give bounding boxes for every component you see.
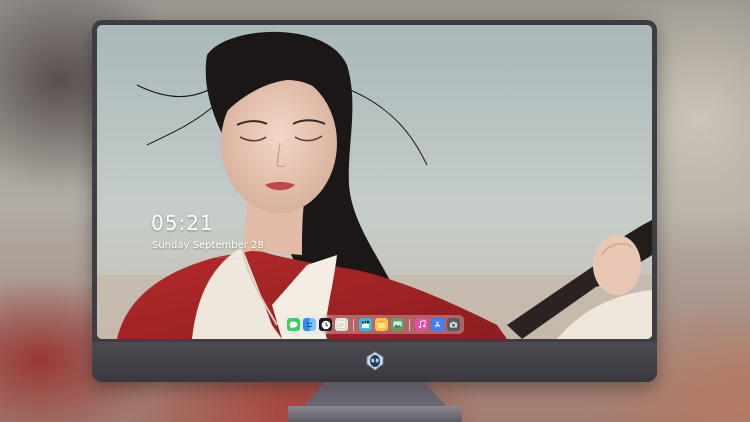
photos-icon[interactable]: [391, 318, 404, 331]
clock-icon[interactable]: [319, 318, 332, 331]
clapperboard-icon[interactable]: [359, 318, 372, 331]
monitor-stand-neck: [302, 382, 448, 408]
app-store-icon[interactable]: [431, 318, 444, 331]
wallpaper-image: [97, 25, 652, 339]
stickies-icon[interactable]: [375, 318, 388, 331]
lock-screen-quote: ······ ···· ·········· ·· ······ ·· ····…: [152, 255, 248, 260]
dock-separator: [409, 318, 410, 331]
lock-screen[interactable]: 05:21 Sunday September 28 ······ ···· ··…: [97, 25, 652, 339]
monitor-stand-base: [288, 406, 462, 422]
dock-separator: [353, 318, 354, 331]
lock-screen-date: Sunday September 28: [152, 240, 264, 251]
message-bubble-icon[interactable]: [287, 318, 300, 331]
camera-icon[interactable]: [447, 318, 460, 331]
monitor: 05:21 Sunday September 28 ······ ···· ··…: [92, 20, 657, 382]
music-note-icon[interactable]: [415, 318, 428, 331]
finder-icon[interactable]: [303, 318, 316, 331]
lock-screen-clock: 05:21: [151, 211, 214, 235]
dock: [283, 315, 464, 334]
alien-head-logo-icon: [366, 351, 384, 371]
notes-icon[interactable]: [335, 318, 348, 331]
monitor-chin: [92, 342, 657, 382]
